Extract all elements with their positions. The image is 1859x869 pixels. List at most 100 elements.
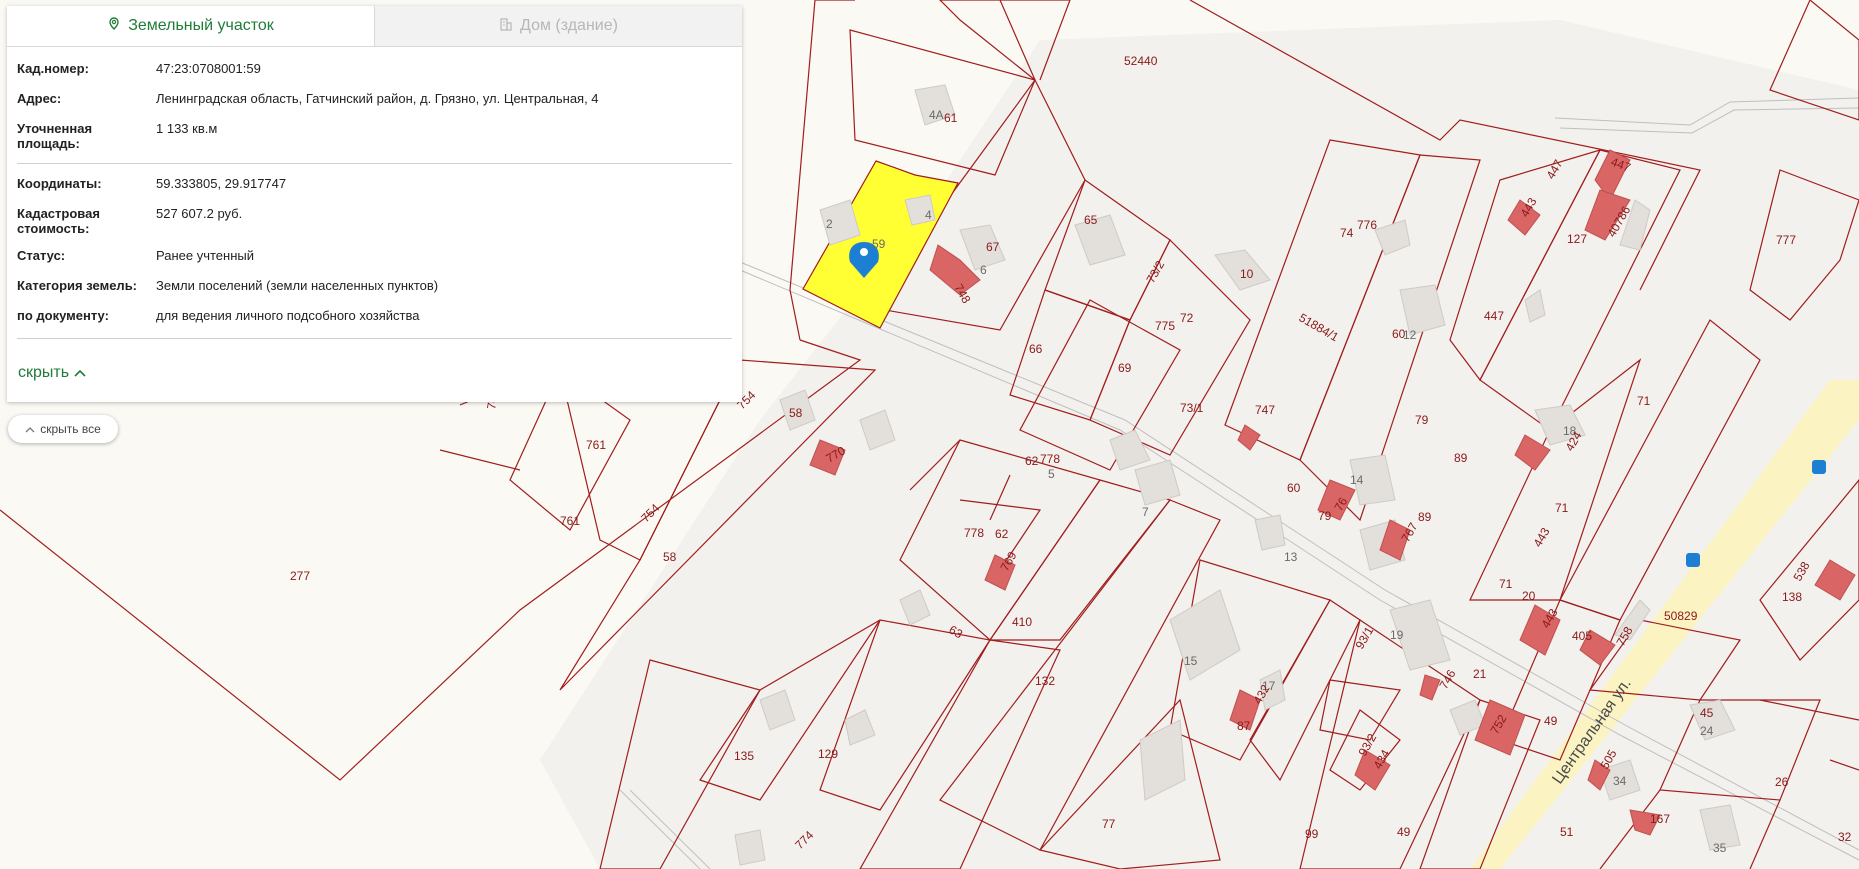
svg-text:61: 61 (944, 111, 958, 125)
map-pin-outline-icon (107, 16, 121, 36)
row-key: Координаты: (17, 176, 102, 191)
svg-text:761: 761 (586, 438, 606, 452)
svg-text:58: 58 (663, 550, 677, 564)
svg-text:15: 15 (1184, 654, 1198, 668)
svg-text:775: 775 (1155, 319, 1175, 333)
svg-text:52440: 52440 (1124, 54, 1158, 68)
svg-text:167: 167 (1650, 812, 1670, 826)
svg-text:65: 65 (1084, 213, 1098, 227)
row-address: Адрес: Ленинградская область, Гатчинский… (17, 85, 732, 115)
svg-text:99: 99 (1305, 827, 1319, 841)
svg-text:7: 7 (1142, 505, 1149, 519)
row-value: 59.333805, 29.917747 (156, 176, 287, 191)
svg-text:129: 129 (818, 747, 838, 761)
hide-label: скрыть (18, 364, 70, 381)
building-icon (499, 17, 513, 36)
svg-text:277: 277 (290, 569, 310, 583)
svg-text:79: 79 (1318, 509, 1332, 523)
svg-text:12: 12 (1403, 328, 1417, 342)
row-key: Уточненная площадь: (17, 121, 93, 151)
row-land-category: Категория земель: Земли поселений (земли… (17, 272, 732, 302)
svg-text:35: 35 (1713, 841, 1727, 855)
svg-text:59: 59 (872, 237, 886, 251)
svg-text:60: 60 (1287, 481, 1301, 495)
row-key: Категория земель: (17, 278, 138, 293)
row-value: Ранее учтенный (156, 248, 254, 263)
svg-text:71: 71 (1499, 577, 1513, 591)
svg-text:447: 447 (1484, 309, 1504, 323)
row-key: по документу: (17, 308, 109, 323)
info-panel: Земельный участок Дом (здание) Кад.номер… (7, 6, 742, 402)
divider (17, 163, 732, 164)
svg-text:405: 405 (1572, 629, 1592, 643)
attribute-list: Кад.номер: 47:23:0708001:59 Адрес: Ленин… (7, 47, 742, 339)
svg-text:132: 132 (1035, 674, 1055, 688)
svg-text:135: 135 (734, 749, 754, 763)
svg-text:20: 20 (1522, 589, 1536, 603)
svg-text:74: 74 (1340, 226, 1354, 240)
svg-text:761: 761 (560, 514, 580, 528)
svg-text:32: 32 (1838, 830, 1852, 844)
svg-text:10: 10 (1240, 267, 1254, 281)
row-cadastral-number: Кад.номер: 47:23:0708001:59 (17, 55, 732, 85)
svg-text:747: 747 (1255, 403, 1275, 417)
svg-text:71: 71 (1555, 501, 1569, 515)
svg-text:45: 45 (1700, 706, 1714, 720)
svg-text:77: 77 (1102, 817, 1116, 831)
svg-text:67: 67 (986, 240, 1000, 254)
svg-text:66: 66 (1029, 342, 1043, 356)
tab-land-plot[interactable]: Земельный участок (7, 6, 374, 46)
svg-text:72: 72 (1180, 311, 1194, 325)
row-key: Адрес: (17, 91, 62, 106)
chevron-up-icon (25, 422, 35, 436)
row-key: Кадастровая стоимость: (17, 206, 100, 236)
svg-text:410: 410 (1012, 615, 1032, 629)
svg-text:2: 2 (826, 217, 833, 231)
row-key: Кад.номер: (17, 61, 89, 76)
row-status: Статус: Ранее учтенный (17, 242, 732, 272)
row-permitted-use: по документу: для ведения личного подсоб… (17, 302, 732, 332)
svg-text:49: 49 (1397, 825, 1411, 839)
svg-text:79: 79 (1415, 413, 1429, 427)
svg-text:49: 49 (1544, 714, 1558, 728)
svg-text:127: 127 (1567, 232, 1587, 246)
svg-text:50829: 50829 (1664, 609, 1698, 623)
tab-building-label: Дом (здание) (520, 17, 618, 34)
row-value: 527 607.2 руб. (156, 206, 243, 221)
svg-text:24: 24 (1700, 724, 1714, 738)
svg-text:777: 777 (1776, 233, 1796, 247)
chevron-up-icon (74, 364, 86, 382)
row-value: Земли поселений (земли населенных пункто… (156, 278, 439, 293)
row-area: Уточненная площадь: 1 133 кв.м (17, 115, 732, 157)
svg-text:89: 89 (1418, 510, 1432, 524)
svg-text:13: 13 (1284, 550, 1298, 564)
row-value: для ведения личного подсобного хозяйства (156, 308, 420, 323)
svg-text:69: 69 (1118, 361, 1132, 375)
row-cadastral-value: Кадастровая стоимость: 527 607.2 руб. (17, 200, 732, 242)
svg-text:26: 26 (1775, 775, 1789, 789)
hide-panel-link[interactable]: скрыть (18, 364, 86, 382)
panel-tabs: Земельный участок Дом (здание) (7, 6, 742, 47)
divider (17, 338, 732, 339)
hide-all-label: скрыть все (40, 422, 101, 436)
svg-text:58: 58 (789, 406, 803, 420)
svg-text:14: 14 (1350, 473, 1364, 487)
svg-text:138: 138 (1782, 590, 1802, 604)
svg-text:4А: 4А (929, 108, 944, 122)
svg-text:5: 5 (1048, 467, 1055, 481)
row-value: 47:23:0708001:59 (156, 61, 261, 76)
row-value: 1 133 кв.м (156, 121, 218, 136)
svg-text:51: 51 (1560, 825, 1574, 839)
svg-text:89: 89 (1454, 451, 1468, 465)
svg-text:73/1: 73/1 (1180, 401, 1204, 415)
hide-all-button[interactable]: скрыть все (8, 415, 118, 443)
svg-text:6: 6 (980, 263, 987, 277)
svg-text:21: 21 (1473, 667, 1487, 681)
svg-text:62: 62 (1025, 454, 1039, 468)
svg-text:87: 87 (1237, 719, 1251, 733)
svg-text:19: 19 (1390, 628, 1404, 642)
svg-text:776: 776 (1357, 218, 1377, 232)
svg-text:34: 34 (1613, 774, 1627, 788)
svg-text:62: 62 (995, 527, 1009, 541)
tab-building[interactable]: Дом (здание) (374, 6, 742, 46)
